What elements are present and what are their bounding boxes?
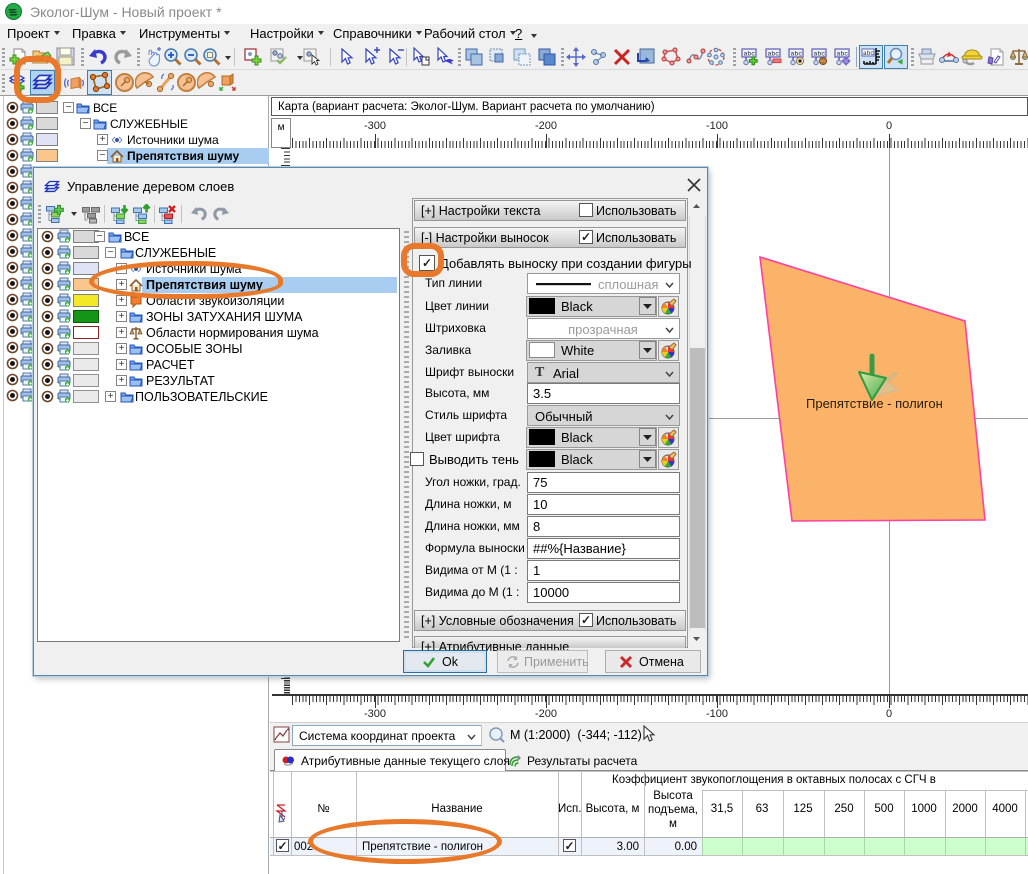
svg-text:abc: abc [814, 51, 826, 58]
svg-text:abc: abc [744, 51, 756, 58]
svg-text:abc: abc [791, 51, 803, 58]
svg-text:abc: abc [837, 51, 849, 58]
svg-text:abc: abc [768, 51, 780, 58]
svg-text:abc: abc [863, 50, 874, 57]
